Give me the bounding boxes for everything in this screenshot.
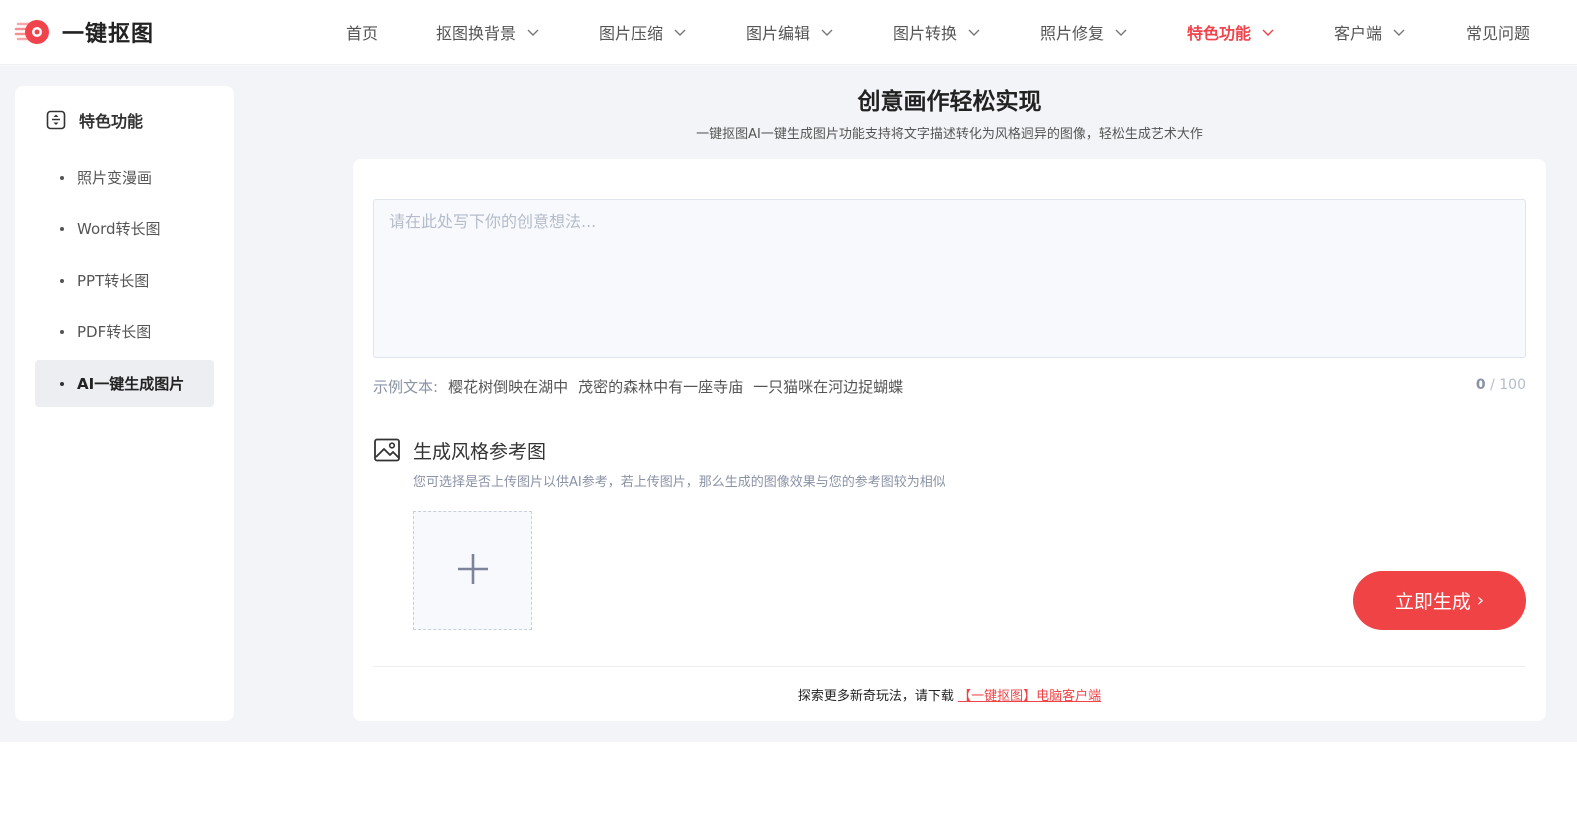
sidebar-heading-label: 特色功能: [79, 112, 144, 131]
sidebar-item-label: 照片变漫画: [77, 169, 153, 187]
nav-label: 客户端: [1334, 24, 1383, 43]
nav-home[interactable]: 首页: [346, 20, 378, 44]
sidebar-item-label: AI一键生成图片: [77, 375, 185, 393]
example-texts: 示例文本: 樱花树倒映在湖中 茂密的森林中有一座寺庙 一只猫咪在河边捉蝴蝶: [373, 375, 903, 397]
sort-box-icon: [46, 110, 66, 130]
chevron-down-icon: [967, 25, 981, 39]
nav-label: 图片编辑: [746, 24, 811, 43]
sidebar-item-ppt-to-long-image[interactable]: PPT转长图: [35, 257, 214, 304]
generate-label: 立即生成: [1394, 591, 1471, 613]
nav-client[interactable]: 客户端: [1334, 20, 1406, 44]
nav-faq[interactable]: 常见问题: [1466, 20, 1530, 44]
nav-special-features[interactable]: 特色功能: [1187, 20, 1275, 44]
example-item[interactable]: 一只猫咪在河边捉蝴蝶: [753, 376, 903, 397]
example-item[interactable]: 茂密的森林中有一座寺庙: [578, 376, 743, 397]
download-hint: 探索更多新奇玩法，请下载 【一键抠图】电脑客户端: [353, 685, 1546, 704]
nav-label: 特色功能: [1187, 24, 1252, 43]
plus-icon: [455, 551, 491, 591]
brand-name: 一键抠图: [62, 22, 155, 47]
sidebar-item-label: PPT转长图: [77, 272, 150, 290]
nav-image-convert[interactable]: 图片转换: [893, 20, 981, 44]
chevron-down-icon: [526, 25, 540, 39]
nav-label: 抠图换背景: [436, 24, 517, 43]
char-count-current: 0: [1475, 377, 1486, 393]
nav-label: 首页: [346, 24, 379, 43]
sidebar-item-word-to-long-image[interactable]: Word转长图: [35, 205, 214, 252]
bullet: [60, 278, 64, 283]
nav-label: 图片压缩: [599, 24, 664, 43]
nav-cutout-background[interactable]: 抠图换背景: [436, 20, 540, 44]
bullet: [60, 175, 64, 180]
char-counter: 0 / 100: [1476, 377, 1526, 393]
download-hint-text: 探索更多新奇玩法，请下载: [797, 689, 954, 704]
chevron-down-icon: [673, 25, 687, 39]
bullet: [60, 381, 64, 386]
bullet: [60, 329, 64, 334]
sidebar-item-label: PDF转长图: [77, 323, 152, 341]
sidebar-item-pdf-to-long-image[interactable]: PDF转长图: [35, 308, 214, 355]
prompt-input[interactable]: [373, 199, 1526, 358]
upload-reference-button[interactable]: [413, 511, 532, 630]
example-item[interactable]: 樱花树倒映在湖中: [448, 376, 568, 397]
chevron-down-icon: [1114, 25, 1128, 39]
sidebar-item-photo-to-comic[interactable]: 照片变漫画: [35, 154, 214, 201]
generate-button[interactable]: 立即生成 ›: [1353, 571, 1526, 630]
nav-label: 照片修复: [1040, 24, 1105, 43]
bullet: [60, 226, 64, 231]
download-client-link[interactable]: 【一键抠图】电脑客户端: [958, 689, 1101, 704]
divider: [373, 666, 1526, 667]
page-subtitle: 一键抠图AI一键生成图片功能支持将文字描述转化为风格迥异的图像，轻松生成艺术大作: [696, 127, 1203, 142]
nav-image-compress[interactable]: 图片压缩: [599, 20, 687, 44]
page-title: 创意画作轻松实现: [857, 89, 1042, 115]
nav-label: 图片转换: [893, 24, 958, 43]
reference-heading: 生成风格参考图: [373, 435, 546, 465]
nav-photo-repair[interactable]: 照片修复: [1040, 20, 1128, 44]
examples-label: 示例文本:: [373, 377, 439, 396]
sidebar-item-label: Word转长图: [77, 220, 161, 238]
generator-card: 示例文本: 樱花树倒映在湖中 茂密的森林中有一座寺庙 一只猫咪在河边捉蝴蝶 0 …: [353, 159, 1546, 721]
brand-logo[interactable]: 一键抠图: [14, 15, 154, 49]
nav-label: 常见问题: [1466, 24, 1531, 43]
reference-description: 您可选择是否上传图片以供AI参考，若上传图片，那么生成的图像效果与您的参考图较为…: [413, 475, 946, 490]
sidebar: 特色功能 照片变漫画 Word转长图 PPT转长图 PDF转长图 AI一键生成图…: [15, 86, 234, 721]
chevron-down-icon: [820, 25, 834, 39]
logo-icon: [14, 15, 52, 49]
sidebar-item-ai-generate-image[interactable]: AI一键生成图片: [35, 360, 214, 407]
chevron-down-icon: [1261, 25, 1275, 39]
chevron-right-icon: ›: [1476, 590, 1485, 611]
nav-image-edit[interactable]: 图片编辑: [746, 20, 834, 44]
image-icon: [373, 436, 401, 464]
top-header: 一键抠图 首页 抠图换背景 图片压缩 图片编辑 图片转换 照片修复 特色功能 客…: [0, 0, 1577, 65]
sidebar-heading: 特色功能: [46, 108, 143, 132]
reference-title: 生成风格参考图: [413, 440, 547, 463]
char-count-max: / 100: [1485, 377, 1526, 393]
chevron-down-icon: [1392, 25, 1406, 39]
